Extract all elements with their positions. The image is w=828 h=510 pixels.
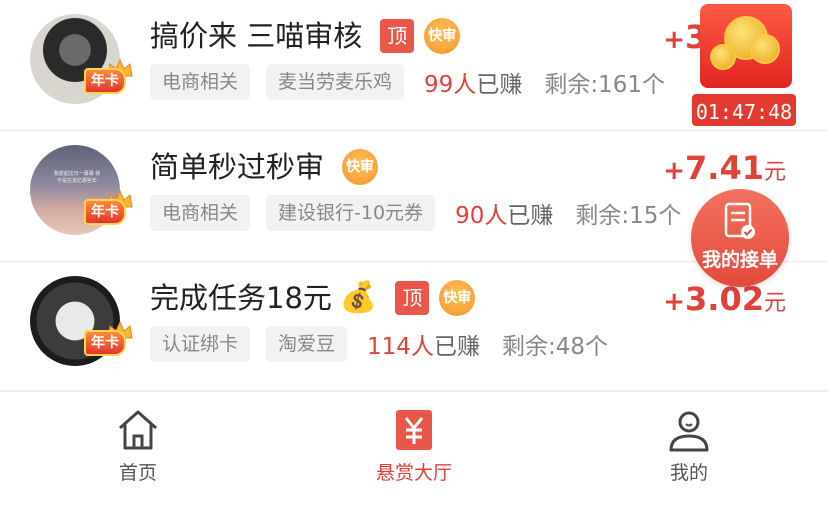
coin-icon [710,44,736,70]
earned-number: 114人 [367,334,434,360]
money-bag-icon: 💰 [339,280,378,315]
price-value: 7.41 [685,149,764,187]
task-title: 搞价来 三喵审核 [150,19,363,53]
task-tag: 建设银行-10元券 [266,195,436,231]
earned-count: 90人已赚 [455,196,553,230]
bottom-navigation: 首页 悬赏大厅 我的 [0,391,828,509]
annual-card-badge: 年卡 [78,58,134,94]
my-orders-button[interactable]: 我的接单 [691,189,789,287]
remaining-count: 剩余:48个 [501,334,608,360]
task-title: 简单秒过秒审 [150,150,325,184]
price-sign: + [663,25,686,55]
earned-count: 99人已赚 [424,65,522,99]
nav-mine-label: 我的 [669,462,708,484]
nav-mine[interactable]: 我的 [589,392,789,510]
task-card[interactable]: 年卡 完成任务18元 💰 顶 快审 认证绑卡 淘爱豆 114人已赚 剩余:48个… [0,262,828,391]
user-icon [669,411,709,452]
annual-card-label: 年卡 [84,68,126,94]
price-unit: 元 [763,291,786,316]
annual-card-label: 年卡 [84,330,126,356]
earned-suffix: 已赚 [433,334,480,360]
nav-home-label: 首页 [118,462,157,484]
task-title: 完成任务18元 [150,281,332,315]
earned-number: 99人 [424,72,477,98]
home-icon [119,410,157,450]
fast-review-badge: 快审 [424,18,461,54]
earned-count: 114人已赚 [367,327,480,361]
task-tag: 电商相关 [150,195,251,231]
task-tag: 麦当劳麦乐鸡 [266,64,405,100]
countdown-timer: 01:47:48 [690,92,798,128]
remaining-count: 剩余:161个 [544,72,665,98]
annual-card-badge: 年卡 [78,189,134,225]
annual-card-label: 年卡 [84,199,126,225]
price-sign: + [663,287,686,317]
top-badge: 顶 [380,19,415,53]
task-tag: 认证绑卡 [150,326,251,362]
earned-number: 90人 [455,203,508,229]
nav-home[interactable]: 首页 [38,392,238,510]
coin-icon [750,34,780,64]
nav-reward-hall-label: 悬赏大厅 [375,462,452,484]
avatar-caption: 我想起往日一幕幕 我不是在追忆那些年 [53,171,101,184]
task-tag: 电商相关 [150,64,251,100]
remaining-count: 剩余:15个 [575,203,682,229]
yuan-icon [396,410,432,450]
red-envelope-widget[interactable]: 01:47:48 [690,0,802,130]
fast-review-badge: 快审 [439,280,476,316]
task-tag: 淘爱豆 [266,326,348,362]
earned-suffix: 已赚 [476,72,523,98]
earned-suffix: 已赚 [507,203,554,229]
order-document-icon [724,202,755,239]
task-price: +3.02元 [663,280,786,318]
fast-review-badge: 快审 [342,149,379,185]
task-price: +7.41元 [663,149,786,187]
price-unit: 元 [763,160,786,185]
my-orders-label: 我的接单 [701,249,778,271]
top-badge: 顶 [395,281,430,315]
price-sign: + [663,156,686,186]
annual-card-badge: 年卡 [78,320,134,356]
nav-reward-hall[interactable]: 悬赏大厅 [314,392,514,510]
price-value: 3.02 [685,280,764,318]
